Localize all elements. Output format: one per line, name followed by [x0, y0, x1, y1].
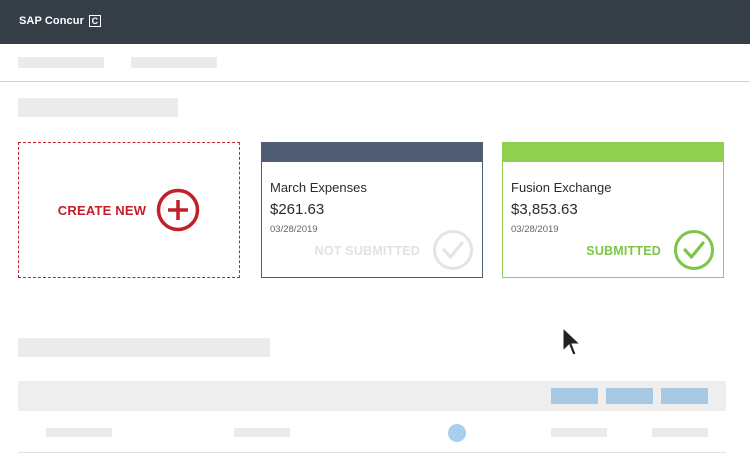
concur-c-icon: C [88, 15, 101, 27]
mouse-pointer-icon [562, 327, 582, 356]
nav-placeholder-2 [131, 57, 217, 68]
status-dot [448, 424, 466, 442]
row-cell-placeholder-4 [652, 428, 708, 437]
report-card-march-expenses[interactable]: March Expenses $261.63 03/28/2019 NOT SU… [261, 142, 483, 278]
nav-placeholder-1 [18, 57, 104, 68]
top-navigation-bar: SAP Concur C [0, 0, 750, 44]
row-cell-placeholder-2 [234, 428, 290, 437]
section2-title-placeholder [18, 338, 270, 357]
report-status-label: SUBMITTED [586, 244, 661, 258]
action-button-1[interactable] [551, 388, 598, 404]
report-status-label: NOT SUBMITTED [314, 244, 420, 258]
action-button-3[interactable] [661, 388, 708, 404]
report-name: March Expenses [270, 180, 367, 195]
table-row-divider [18, 452, 726, 453]
check-circle-icon [674, 230, 714, 270]
row-cell-placeholder-1 [46, 428, 112, 437]
plus-circle-icon [156, 188, 200, 232]
report-name: Fusion Exchange [511, 180, 612, 195]
report-date: 03/28/2019 [270, 224, 318, 235]
create-new-report-card[interactable]: CREATE NEW [18, 142, 240, 278]
brand-name: SAP Concur [19, 15, 84, 27]
action-button-2[interactable] [606, 388, 653, 404]
report-amount: $261.63 [270, 201, 325, 218]
section-title-placeholder [18, 98, 178, 117]
create-new-label: CREATE NEW [57, 202, 147, 218]
check-circle-icon [433, 230, 473, 270]
report-status-header [262, 143, 482, 162]
report-amount: $3,853.63 [511, 201, 578, 218]
nav-divider [0, 81, 750, 82]
report-status-header [503, 143, 723, 162]
report-date: 03/28/2019 [511, 224, 559, 235]
brand-logo[interactable]: SAP Concur C [19, 15, 101, 27]
row-cell-placeholder-3 [551, 428, 607, 437]
report-card-fusion-exchange[interactable]: Fusion Exchange $3,853.63 03/28/2019 SUB… [502, 142, 724, 278]
